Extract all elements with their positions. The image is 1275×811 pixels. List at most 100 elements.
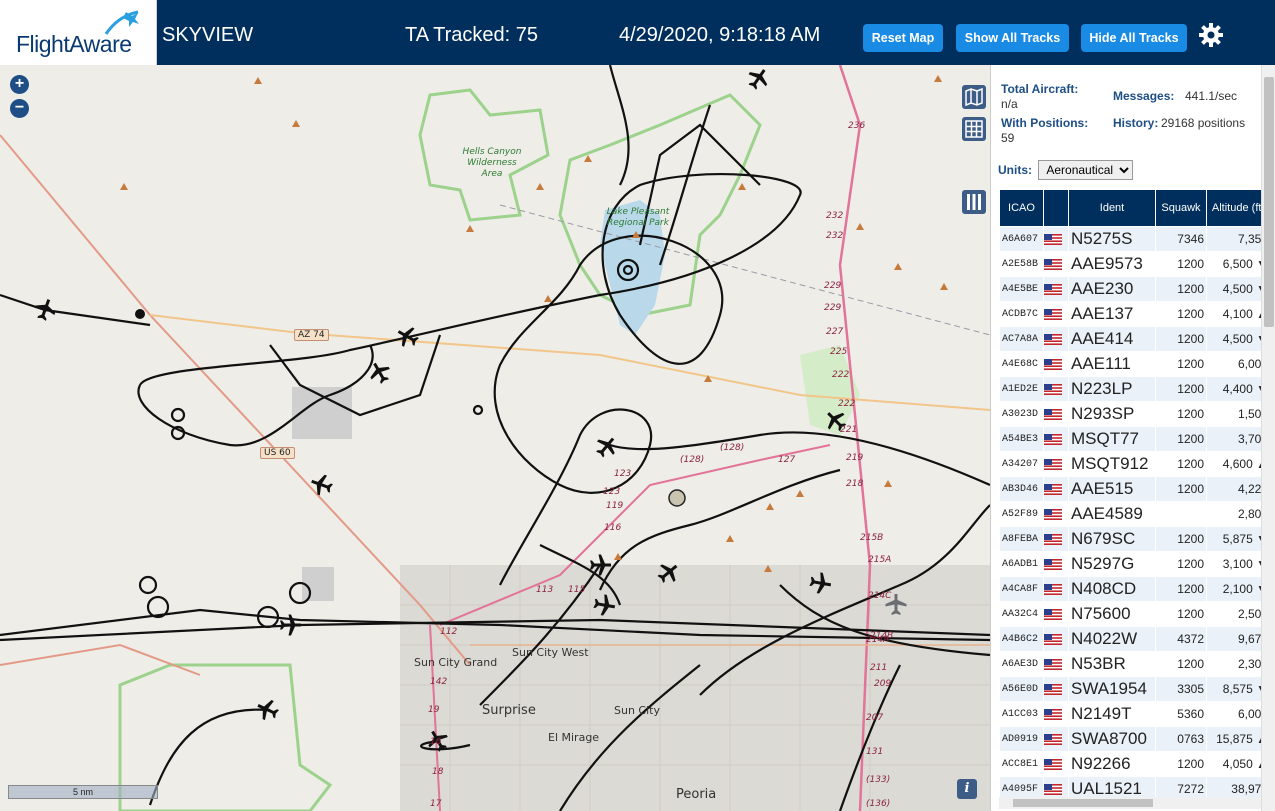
aircraft-row[interactable]: A4E68C AAE111 1200 6,000 — [1000, 352, 1265, 376]
aircraft-row[interactable]: A8FEBA N679SC12005,875 ▼ — [1000, 527, 1265, 551]
show-all-tracks-button[interactable]: Show All Tracks — [956, 24, 1069, 52]
road-number-label: (128) — [680, 455, 705, 465]
icao-cell: A4B6C2 — [1000, 627, 1043, 651]
aircraft-row[interactable]: AD0919 SWA8700076315,875 ▲ — [1000, 727, 1265, 751]
squawk-cell: 1200 — [1156, 577, 1206, 601]
icao-cell: AD0919 — [1000, 727, 1043, 751]
aircraft-row[interactable]: A4CA8F N408CD12002,100 ▼ — [1000, 577, 1265, 601]
aircraft-table-wrap: ICAO Ident Squawk Altitude (ft) A6A607 N5… — [999, 189, 1265, 803]
road-number-label: 123 — [614, 469, 632, 479]
altitude-value: 4,500 — [1222, 282, 1253, 296]
zoom-out-button[interactable]: − — [10, 99, 29, 118]
flag-cell — [1044, 302, 1068, 326]
aircraft-row[interactable]: A54BE3 MSQT77 1200 3,700 — [1000, 427, 1265, 451]
col-squawk[interactable]: Squawk — [1156, 190, 1206, 226]
gear-icon[interactable] — [1198, 22, 1224, 48]
map-layers-button[interactable] — [962, 85, 986, 109]
map-grid-button[interactable] — [962, 117, 986, 141]
sun-city-grand-label: Sun City Grand — [414, 656, 498, 669]
squawk-cell: 1200 — [1156, 352, 1206, 376]
aircraft-row[interactable]: AC7A8A AAE41412004,500 ▼ — [1000, 327, 1265, 351]
aircraft-row[interactable]: A1CC03 N2149T 5360 6,000 — [1000, 702, 1265, 726]
icao-cell: A6ADB1 — [1000, 552, 1043, 576]
units-select[interactable]: Aeronautical — [1038, 160, 1134, 180]
aircraft-row[interactable]: A4E5BE AAE23012004,500 ▼ — [1000, 277, 1265, 301]
horizontal-scroll-thumb[interactable] — [1013, 799, 1153, 807]
reset-map-button[interactable]: Reset Map — [863, 24, 943, 52]
road-number-label: 214C — [868, 591, 892, 601]
clock: 4/29/2020, 9:18:18 AM — [619, 24, 821, 46]
us60-shield: US 60 — [260, 447, 295, 459]
altitude-value: 6,500 — [1222, 257, 1253, 271]
aircraft-row[interactable]: A6A607 N5275S 7346 7,350 — [1000, 227, 1265, 251]
road-number-label: 222 — [838, 399, 856, 409]
aircraft-row[interactable]: A2E58B AAE957312006,500 ▼ — [1000, 252, 1265, 276]
squawk-cell: 1200 — [1156, 302, 1206, 326]
altitude-cell: 4,225 — [1207, 477, 1265, 501]
us-flag-icon — [1044, 509, 1062, 521]
flag-cell — [1044, 402, 1068, 426]
horizontal-scrollbar[interactable] — [999, 797, 1261, 809]
aircraft-row[interactable]: A52F89 AAE4589 2,800 — [1000, 502, 1265, 526]
road-number-label: 19 — [428, 705, 440, 715]
col-flag[interactable] — [1044, 190, 1068, 226]
aircraft-row[interactable]: A3023D N293SP 1200 1,500 — [1000, 402, 1265, 426]
ident-cell: SWA8700 — [1069, 727, 1155, 751]
zoom-in-button[interactable]: + — [10, 75, 29, 94]
altitude-value: 8,575 — [1222, 682, 1253, 696]
squawk-cell: 1200 — [1156, 377, 1206, 401]
flag-cell — [1044, 477, 1068, 501]
squawk-cell: 1200 — [1156, 652, 1206, 676]
col-icao[interactable]: ICAO — [1000, 190, 1043, 226]
aircraft-row[interactable]: A6ADB1 N5297G12003,100 ▼ — [1000, 552, 1265, 576]
aircraft-row[interactable]: A1ED2E N223LP12004,400 ▼ — [1000, 377, 1265, 401]
ident-cell: N5297G — [1069, 552, 1155, 576]
flag-cell — [1044, 427, 1068, 451]
flag-cell — [1044, 502, 1068, 526]
vertical-scrollbar[interactable] — [1261, 65, 1275, 811]
road-number-label: 127 — [778, 455, 796, 465]
ident-cell: N53BR — [1069, 652, 1155, 676]
flightaware-logo[interactable]: FlightAware — [0, 0, 157, 65]
us-flag-icon — [1044, 484, 1062, 496]
us-flag-icon — [1044, 684, 1062, 696]
aircraft-row[interactable]: ACC8E1 N9226612004,050 ▲ — [1000, 752, 1265, 776]
us-flag-icon — [1044, 409, 1062, 421]
flag-cell — [1044, 527, 1068, 551]
top-bar: FlightAware SKYVIEW TA Tracked: 75 4/29/… — [0, 0, 1275, 65]
icao-cell: A1CC03 — [1000, 702, 1043, 726]
road-number-label: 18 — [432, 767, 444, 777]
aircraft-marker[interactable] — [668, 489, 686, 507]
ident-cell: N92266 — [1069, 752, 1155, 776]
ident-cell: AAE230 — [1069, 277, 1155, 301]
ident-cell: N679SC — [1069, 527, 1155, 551]
aircraft-row[interactable]: ACDB7C AAE13712004,100 ▲ — [1000, 302, 1265, 326]
col-ident[interactable]: Ident — [1069, 190, 1155, 226]
icao-cell: A8FEBA — [1000, 527, 1043, 551]
road-number-label: 113 — [536, 585, 554, 595]
aircraft-row[interactable]: A34207 MSQT91212004,600 ▲ — [1000, 452, 1265, 476]
flag-cell — [1044, 452, 1068, 476]
hide-all-tracks-button[interactable]: Hide All Tracks — [1081, 24, 1187, 52]
altitude-cell: 7,350 — [1207, 227, 1265, 251]
info-button[interactable]: i — [957, 779, 977, 799]
altitude-value: 4,400 — [1222, 382, 1253, 396]
panel-toggle-button[interactable] — [962, 190, 986, 214]
squawk-cell: 0763 — [1156, 727, 1206, 751]
road-number-label: 215A — [868, 555, 892, 565]
road-number-label: 207 — [866, 713, 884, 723]
icao-cell: A6AE3D — [1000, 652, 1043, 676]
aircraft-row[interactable]: AB3D46 AAE515 1200 4,225 — [1000, 477, 1265, 501]
aircraft-row[interactable]: AA32C4 N75600 1200 2,500 — [1000, 602, 1265, 626]
aircraft-row[interactable]: A56E0D SWA195433058,575 ▼ — [1000, 677, 1265, 701]
col-altitude[interactable]: Altitude (ft) — [1207, 190, 1265, 226]
aircraft-row[interactable]: A4B6C2 N4022W 4372 9,675 — [1000, 627, 1265, 651]
map-view[interactable]: Hells Canyon Wilderness Area Lake Pleasa… — [0, 65, 990, 811]
ident-cell: N223LP — [1069, 377, 1155, 401]
us-flag-icon — [1044, 734, 1062, 746]
ident-cell: AAE9573 — [1069, 252, 1155, 276]
aircraft-rows: A6A607 N5275S 7346 7,350 A2E58B AAE9573 1200 6… — [1000, 227, 1265, 801]
flag-cell — [1044, 577, 1068, 601]
vertical-scroll-thumb[interactable] — [1264, 77, 1274, 327]
aircraft-row[interactable]: A6AE3D N53BR 1200 2,300 — [1000, 652, 1265, 676]
